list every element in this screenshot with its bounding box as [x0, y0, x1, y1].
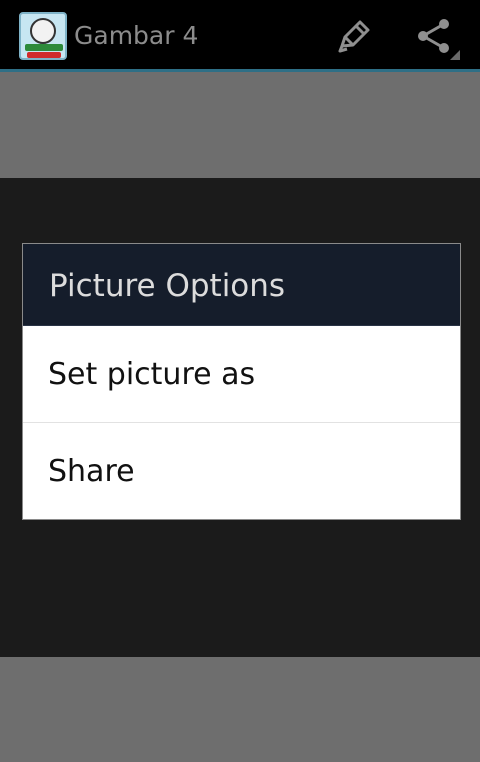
app-logo-banner-red: [27, 52, 61, 58]
option-label: Share: [48, 454, 135, 489]
overflow-indicator-icon: [450, 50, 460, 60]
app-logo-icon[interactable]: [19, 12, 67, 60]
action-bar: Gambar 4: [0, 0, 480, 70]
app-logo-face: [30, 18, 56, 44]
option-label: Set picture as: [48, 357, 256, 392]
option-share[interactable]: Share: [23, 423, 460, 519]
picture-options-dialog: Picture Options Set picture as Share: [22, 243, 461, 520]
app-logo-banner-green: [25, 44, 63, 51]
dialog-header: Picture Options: [23, 244, 460, 326]
pencil-icon[interactable]: [334, 16, 374, 56]
action-bar-divider: [0, 69, 480, 72]
dialog-title: Picture Options: [49, 268, 286, 304]
option-set-picture-as[interactable]: Set picture as: [23, 326, 460, 422]
page-title: Gambar 4: [74, 21, 199, 50]
share-icon[interactable]: [414, 16, 454, 56]
screen: Gambar 4 Picture Options Set picture as: [0, 0, 480, 762]
